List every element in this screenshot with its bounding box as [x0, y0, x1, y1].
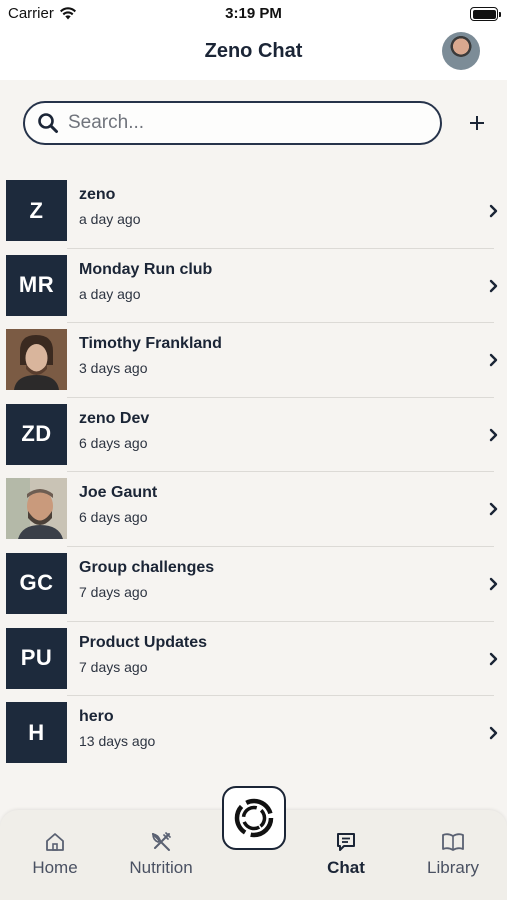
- tab-chat[interactable]: Chat: [291, 830, 401, 878]
- conversation-time: 13 days ago: [79, 733, 156, 750]
- tab-library[interactable]: Library: [398, 830, 507, 878]
- profile-avatar[interactable]: [442, 32, 480, 70]
- add-chat-button[interactable]: [464, 110, 490, 136]
- group-initials-avatar: Z: [6, 180, 67, 241]
- conversation-time: 6 days ago: [79, 434, 148, 451]
- conversation-row[interactable]: Z zeno a day ago: [0, 174, 507, 249]
- tab-label: Library: [427, 858, 479, 877]
- conversation-row[interactable]: Timothy Frankland 3 days ago: [0, 323, 507, 398]
- chevron-right-icon: [489, 204, 498, 218]
- chevron-right-icon: [489, 428, 498, 441]
- tab-home[interactable]: Home: [0, 830, 110, 878]
- group-initials-avatar: ZD: [6, 403, 67, 465]
- conversation-row[interactable]: GC Group challenges 7 days ago: [0, 547, 507, 622]
- search-input[interactable]: [68, 112, 408, 134]
- conversation-time: 7 days ago: [79, 658, 148, 675]
- chevron-right-icon: [489, 353, 498, 367]
- user-photo-avatar: [6, 478, 67, 540]
- user-photo-avatar: [6, 329, 67, 391]
- search-icon: [38, 113, 58, 133]
- group-initials-avatar: GC: [6, 552, 67, 614]
- group-initials-avatar: PU: [6, 627, 67, 689]
- chevron-right-icon: [489, 577, 498, 591]
- conversation-row[interactable]: PU Product Updates 7 days ago: [0, 622, 507, 697]
- search-row: [0, 80, 507, 170]
- battery-icon: [470, 7, 501, 21]
- tab-nutrition[interactable]: Nutrition: [106, 830, 216, 878]
- search-field[interactable]: [23, 101, 442, 145]
- conversation-list: Z zeno a day ago MR Monday Run club a da…: [0, 174, 507, 771]
- home-icon: [46, 833, 64, 851]
- conversation-name: Group challenges: [79, 558, 215, 576]
- plus-icon: [470, 116, 484, 130]
- chevron-right-icon: [489, 279, 498, 292]
- status-bar: Carrier 3:19 PM: [0, 0, 507, 28]
- conversation-row[interactable]: H hero 13 days ago: [0, 696, 507, 771]
- page-title: Zeno Chat: [204, 40, 303, 62]
- conversation-name: zeno: [79, 186, 116, 203]
- chevron-right-icon: [489, 652, 498, 665]
- conversation-time: 6 days ago: [79, 509, 148, 526]
- chat-icon: [337, 833, 355, 851]
- zeno-logo-button[interactable]: [222, 786, 286, 850]
- book-icon: [442, 833, 464, 851]
- tab-label: Chat: [327, 858, 365, 877]
- tab-label: Nutrition: [129, 858, 193, 877]
- status-time: 3:19 PM: [225, 5, 282, 22]
- zeno-logo-icon: [234, 798, 274, 838]
- conversation-time: a day ago: [79, 211, 141, 227]
- conversation-row[interactable]: MR Monday Run club a day ago: [0, 249, 507, 324]
- group-initials-avatar: H: [6, 702, 67, 764]
- conversation-name: Joe Gaunt: [79, 484, 158, 502]
- conversation-time: 7 days ago: [79, 583, 148, 600]
- utensils-icon: [152, 832, 171, 851]
- group-initials-avatar: MR: [6, 254, 67, 316]
- conversation-name: Monday Run club: [79, 260, 213, 278]
- conversation-time: a day ago: [79, 285, 141, 302]
- chevron-right-icon: [489, 503, 498, 516]
- nav-bar: Zeno Chat: [0, 28, 507, 80]
- conversation-name: Timothy Frankland: [79, 335, 222, 353]
- conversation-time: 3 days ago: [79, 360, 148, 377]
- conversation-name: hero: [79, 708, 114, 726]
- chevron-right-icon: [489, 726, 498, 740]
- conversation-row[interactable]: Joe Gaunt 6 days ago: [0, 472, 507, 547]
- conversation-name: zeno Dev: [79, 409, 150, 427]
- conversation-name: Product Updates: [79, 633, 208, 651]
- tab-label: Home: [32, 858, 78, 877]
- conversation-row[interactable]: ZD zeno Dev 6 days ago: [0, 398, 507, 473]
